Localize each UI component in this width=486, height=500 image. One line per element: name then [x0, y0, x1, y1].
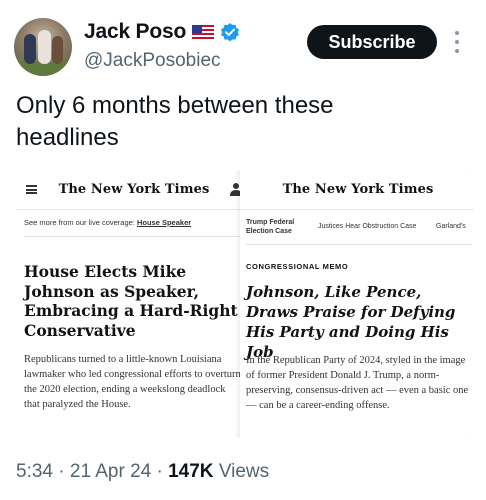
author-name-row[interactable]: Jack Poso	[84, 20, 240, 44]
article-kicker: CONGRESSIONAL MEMO	[246, 262, 349, 271]
divider	[24, 236, 244, 237]
nyt-logo: The New York Times	[282, 182, 434, 197]
nyt-screenshot-right: The New York Times Trump Federal Electio…	[240, 170, 474, 438]
nav-item: Garland's	[436, 223, 466, 230]
article-headline: House Elects Mike Johnson as Speaker, Em…	[24, 262, 238, 340]
nyt-header: The New York Times	[16, 170, 252, 210]
separator-dot: ·	[58, 461, 70, 482]
nyt-header: The New York Times	[240, 170, 474, 210]
views-label: Views	[218, 461, 270, 482]
nav-item: Justices Hear Obstruction Case	[318, 223, 417, 230]
avatar-ground	[14, 62, 72, 76]
live-coverage-line: See more from our live coverage: House S…	[24, 218, 191, 227]
separator-dot: ·	[156, 461, 169, 482]
article-headline: Johnson, Like Pence, Draws Praise for De…	[246, 283, 456, 361]
live-coverage-prefix: See more from our live coverage:	[24, 218, 137, 227]
tweet-text: Only 6 months between these headlines	[16, 92, 334, 151]
author-handle[interactable]: @JackPosobiec	[84, 50, 221, 72]
nyt-screenshot-left: The New York Times See more from our liv…	[16, 170, 252, 438]
divider	[246, 244, 472, 245]
tweet-media[interactable]: The New York Times See more from our liv…	[16, 170, 474, 438]
subscribe-button[interactable]: Subscribe	[307, 25, 437, 59]
nyt-nav-row: Trump Federal Election Case Justices Hea…	[246, 216, 474, 240]
display-name[interactable]: Jack Poso	[84, 20, 186, 44]
avatar-figure	[52, 36, 63, 64]
us-flag-icon	[192, 24, 215, 40]
article-summary: In the Republican Party of 2024, styled …	[246, 355, 469, 411]
hamburger-menu-icon	[26, 185, 37, 194]
nyt-logo: The New York Times	[58, 182, 210, 197]
live-coverage-link: House Speaker	[136, 218, 192, 227]
tweet-meta: 5:34 · 21 Apr 24 · 147K Views	[16, 461, 269, 483]
tweet-time[interactable]: 5:34	[16, 461, 53, 482]
views-count: 147K	[168, 461, 214, 482]
verified-badge-icon	[221, 23, 240, 42]
avatar[interactable]	[14, 18, 72, 76]
article-summary: Republicans turned to a little-known Lou…	[24, 354, 241, 410]
more-options-icon[interactable]	[452, 28, 462, 56]
nav-item: Trump Federal Election Case	[246, 219, 295, 235]
avatar-figure	[38, 30, 51, 64]
tweet-date[interactable]: 21 Apr 24	[70, 461, 151, 482]
avatar-figure	[24, 34, 36, 64]
